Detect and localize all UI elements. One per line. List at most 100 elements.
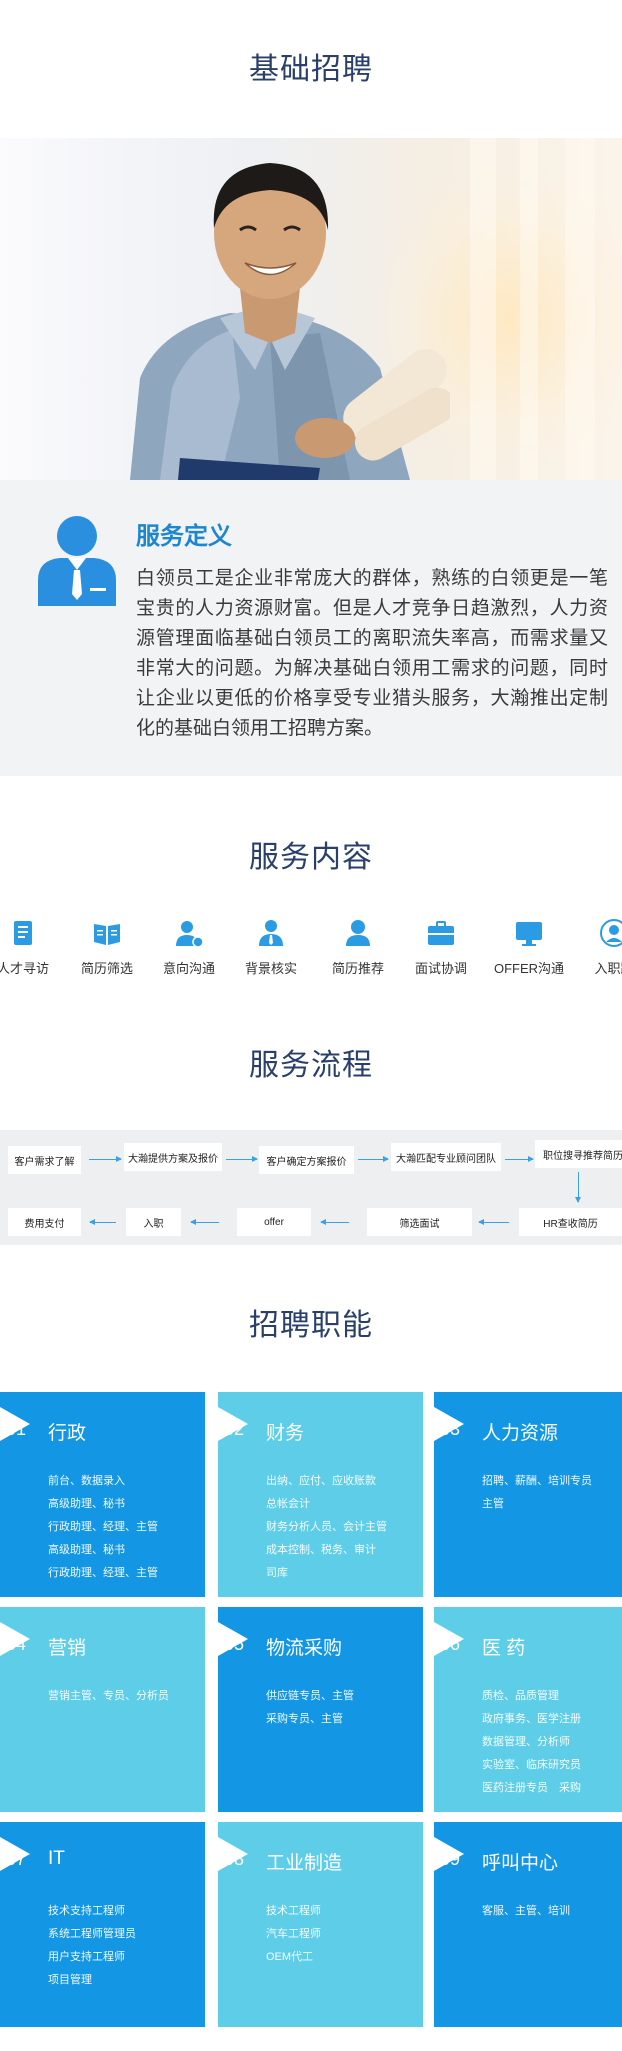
service-item-label: 简历推荐 [331, 961, 384, 976]
process-flow: 客户需求了解 大瀚提供方案及报价 客户确定方案报价 大瀚匹配专业顾问团队 职位搜… [0, 1130, 622, 1245]
service-content-list: 人才寻访 简历筛选 意向沟通 背景核实 简历推荐 面试协调 OFFER沟通 入职 [0, 918, 622, 988]
service-process-title: 服务流程 [249, 1049, 373, 1082]
process-step: 职位搜寻推荐简历 [535, 1140, 622, 1168]
function-number: 02 [224, 1419, 245, 1439]
service-item-label: 简历筛选 [80, 961, 133, 976]
function-position: 项目管理 [48, 1974, 92, 1986]
function-position: OEM代工 [266, 1951, 314, 1963]
user-circle-icon [600, 919, 622, 947]
service-item: OFFER沟通 [488, 918, 570, 977]
definition-text: 白领员工是企业非常庞大的群体，熟练的白领更是一笔宝贵的人力资源财富。但是人才竞争… [136, 568, 608, 739]
arrow-left-icon [320, 1219, 349, 1225]
function-position: 质检、品质管理 [482, 1690, 559, 1702]
arrow-left-icon [89, 1219, 116, 1225]
function-position: 总帐会计 [266, 1498, 310, 1510]
function-position: 政府事务、医学注册 [482, 1713, 581, 1725]
service-item: 简历推荐 [317, 918, 399, 977]
hero-image [0, 138, 622, 480]
service-item: 背景核实 [230, 918, 312, 977]
function-position: 前台、数据录入 [48, 1475, 125, 1487]
function-position-list: 营销主管、专员、分析员 [48, 1685, 169, 1708]
service-item: 简历筛选 [66, 918, 148, 977]
user-chat-icon [176, 921, 204, 948]
function-position-list: 质检、品质管理 政府事务、医学注册 数据管理、分析师 实验室、临床研究员 医药注册专员 … [482, 1685, 581, 1800]
arrow-right-icon [358, 1156, 389, 1162]
function-card: 09 呼叫中心 客服、主管、培训 [434, 1822, 622, 2027]
service-item: 入职跟 [573, 918, 622, 977]
function-card: 05 物流采购供应链专员、主管 采购专员、主管 [218, 1607, 423, 1812]
function-position: 高级助理、秘书 [48, 1498, 125, 1510]
function-position: 系统工程师管理员 [48, 1928, 136, 1940]
function-position: 招聘、薪酬、培训专员 [482, 1475, 592, 1487]
process-step: 筛选面试 [367, 1208, 472, 1236]
businessman-icon [38, 516, 116, 606]
function-card: 07 IT 技术支持工程师 系统工程师管理员 用户支持工程师 项目管理 [0, 1822, 205, 2027]
function-number: 07 [6, 1849, 27, 1869]
function-number: 06 [440, 1634, 461, 1654]
function-name: 行政 [48, 1423, 87, 1444]
function-position: 主管 [482, 1498, 504, 1510]
function-position: 行政助理、经理、主管 [48, 1567, 158, 1579]
function-position: 营销主管、专员、分析员 [48, 1690, 169, 1702]
function-name: 物流采购 [266, 1638, 343, 1659]
function-number: 04 [6, 1634, 27, 1654]
arrow-down-icon [575, 1172, 581, 1203]
arrow-left-icon [478, 1219, 509, 1225]
worker-photo [130, 163, 450, 480]
function-position: 出纳、应付、应收账款 [266, 1475, 376, 1487]
function-card: 06 医 药质检、品质管理 政府事务、医学注册 数据管理、分析师 实验室、临床研究员 医药… [434, 1607, 622, 1812]
book-icon [94, 924, 120, 945]
function-card: 01 行政 前台、数据录入 高级助理、秘书 行政助理、经理、主管 高级助理、秘书 行政助理、… [0, 1392, 205, 1597]
arrow-right-icon [89, 1156, 122, 1162]
definition-title: 服务定义 [136, 523, 232, 550]
function-name: 工业制造 [266, 1853, 343, 1874]
function-position: 高级助理、秘书 [48, 1544, 125, 1556]
process-step: 大瀚匹配专业顾问团队 [391, 1143, 501, 1171]
user-tie-icon [259, 920, 283, 946]
function-position-list: 招聘、薪酬、培训专员 主管 [482, 1470, 592, 1516]
function-position: 成本控制、税务、审计 [266, 1544, 376, 1556]
function-number: 01 [6, 1419, 27, 1439]
service-item-label: 面试协调 [414, 961, 467, 976]
function-position-list: 前台、数据录入 高级助理、秘书 行政助理、经理、主管 高级助理、秘书 行政助理、经理、主… [48, 1470, 158, 1585]
service-item-label: 意向沟通 [162, 961, 215, 976]
function-name: 财务 [266, 1423, 305, 1444]
function-position: 汽车工程师 [266, 1928, 321, 1940]
service-item-label: OFFER沟通 [493, 961, 565, 976]
monitor-icon [516, 922, 542, 946]
function-position: 用户支持工程师 [48, 1951, 125, 1963]
process-step: 大瀚提供方案及报价 [124, 1143, 222, 1171]
function-number: 05 [224, 1634, 245, 1654]
document-icon [14, 921, 32, 945]
function-position: 司库 [266, 1567, 288, 1579]
service-item: 人才寻访 [0, 918, 64, 977]
recruit-functions-title: 招聘职能 [249, 1309, 373, 1342]
function-position: 技术支持工程师 [48, 1905, 125, 1917]
function-card: 08 工业制造技术工程师汽车工程师 OEM代工 [218, 1822, 423, 2027]
service-item-label: 背景核实 [244, 961, 297, 976]
function-card: 03 人力资源 招聘、薪酬、培训专员 主管 [434, 1392, 622, 1597]
function-name: 医 药 [482, 1638, 526, 1659]
function-position: 供应链专员、主管 [266, 1690, 354, 1702]
service-item: 意向沟通 [148, 918, 230, 977]
function-position: 数据管理、分析师 [482, 1736, 570, 1748]
function-number: 03 [440, 1419, 461, 1439]
function-position: 医药注册专员 采购 [482, 1782, 581, 1794]
function-position: 技术工程师 [266, 1905, 321, 1917]
function-card: 04 营销营销主管、专员、分析员 [0, 1607, 205, 1812]
process-step: offer [237, 1208, 311, 1236]
user-icon [346, 920, 370, 946]
process-step: 入职 [126, 1208, 181, 1236]
function-name: 呼叫中心 [482, 1853, 559, 1874]
service-item: 面试协调 [400, 918, 482, 977]
service-item-label: 入职跟 [594, 961, 622, 976]
service-content-title: 服务内容 [249, 841, 373, 874]
function-name: 营销 [48, 1638, 87, 1659]
function-position-list: 技术支持工程师 系统工程师管理员 用户支持工程师 项目管理 [48, 1900, 136, 1992]
function-position-list: 供应链专员、主管 采购专员、主管 [266, 1685, 354, 1731]
page-title: 基础招聘 [249, 53, 373, 86]
function-number: 09 [440, 1849, 461, 1869]
function-position: 行政助理、经理、主管 [48, 1521, 158, 1533]
briefcase-icon [428, 921, 454, 945]
function-number: 08 [224, 1849, 245, 1869]
